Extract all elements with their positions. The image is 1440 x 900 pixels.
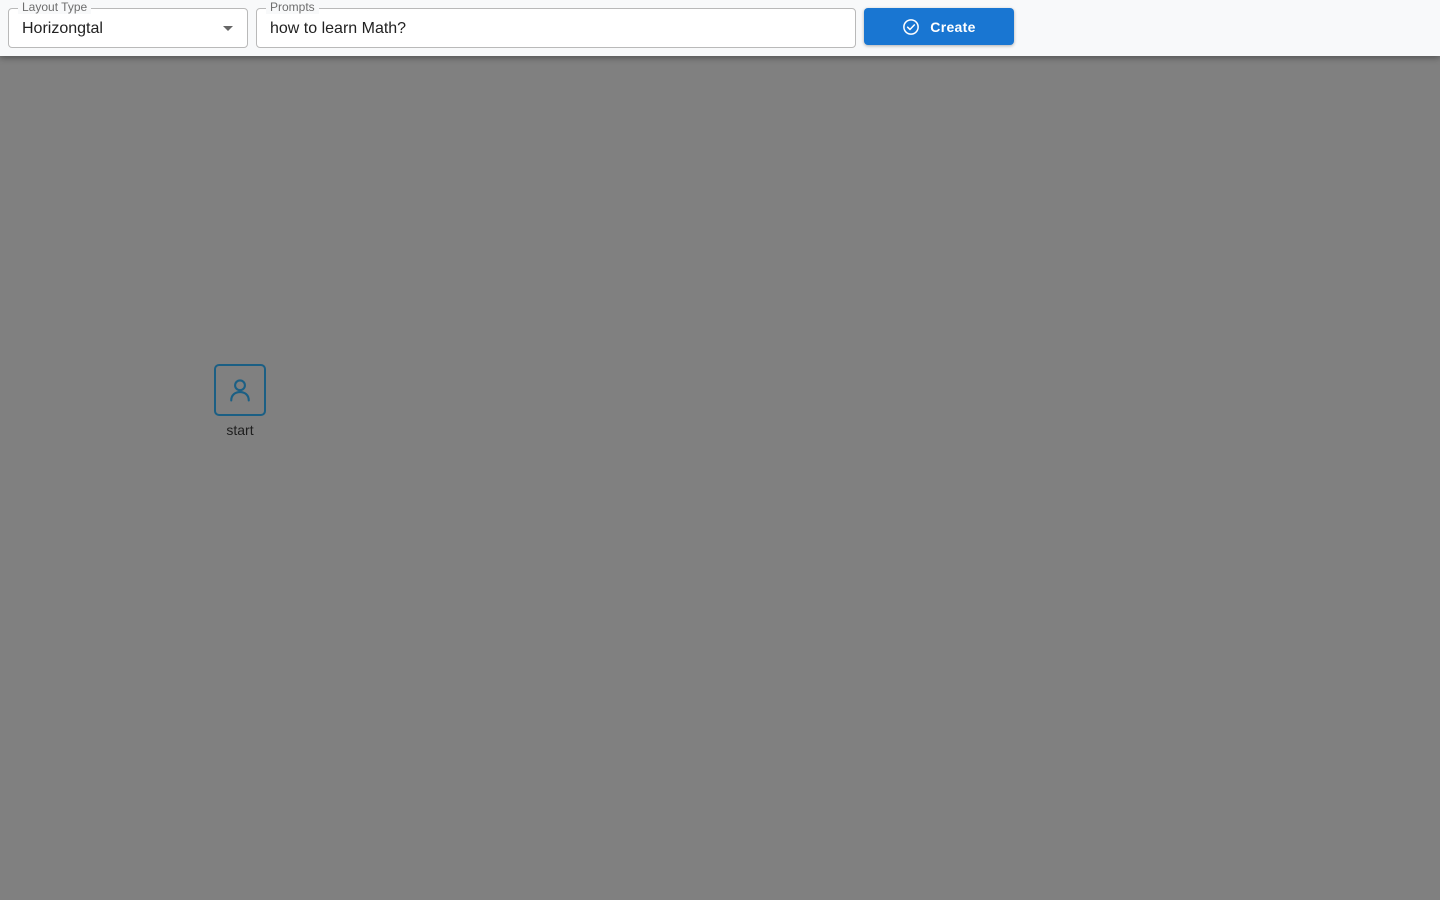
create-button-label: Create: [930, 18, 976, 35]
dropdown-arrow-icon[interactable]: [223, 26, 233, 31]
start-node[interactable]: start: [200, 364, 280, 438]
start-node-box[interactable]: [214, 364, 266, 416]
check-circle-icon: [903, 18, 920, 35]
prompts-field[interactable]: Prompts: [256, 0, 856, 48]
layout-type-label: Layout Type: [18, 0, 92, 14]
layout-type-select[interactable]: Layout Type Horizongtal: [8, 0, 248, 48]
diagram-canvas[interactable]: start: [0, 56, 1440, 900]
user-icon: [230, 379, 250, 402]
layout-type-value: Horizongtal: [22, 20, 103, 37]
top-toolbar: Layout Type Horizongtal Prompts Create: [0, 0, 1440, 56]
create-button[interactable]: Create: [864, 8, 1014, 45]
prompts-input[interactable]: [270, 18, 840, 40]
prompts-label: Prompts: [266, 0, 319, 14]
start-node-label: start: [226, 422, 254, 438]
